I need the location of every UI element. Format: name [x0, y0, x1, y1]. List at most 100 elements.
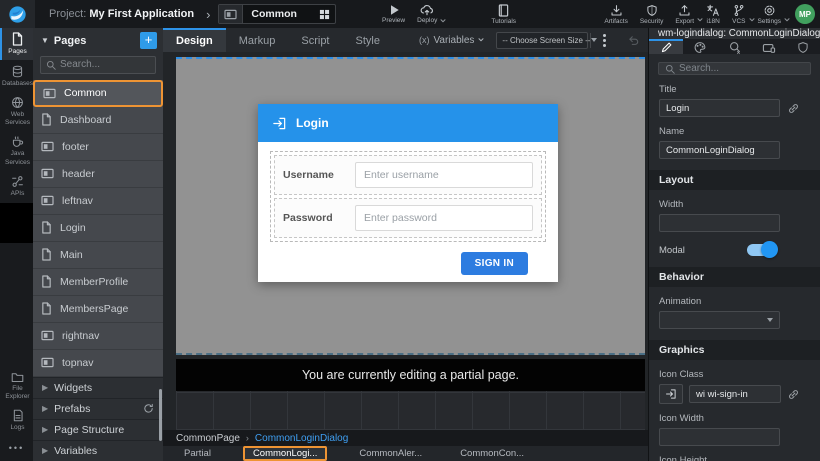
- collapse-arrow-icon[interactable]: ▼: [41, 36, 49, 45]
- rail-overflow-button[interactable]: •••: [0, 437, 33, 461]
- name-field-label: Name: [659, 126, 810, 137]
- project-breadcrumb: Project: My First Application: [49, 8, 194, 20]
- page-item-dashboard[interactable]: Dashboard: [33, 107, 163, 134]
- tab-script[interactable]: Script: [288, 28, 342, 52]
- settings-button[interactable]: Settings: [752, 4, 788, 25]
- variables-dropdown[interactable]: (x) Variables: [419, 35, 484, 46]
- undo-icon: [627, 34, 640, 46]
- rail-item-java-services[interactable]: Java Services: [0, 131, 33, 170]
- rail-item-file-explorer[interactable]: File Explorer: [0, 367, 33, 405]
- login-dialog-widget[interactable]: Login Username Password SIGN IN: [258, 104, 558, 282]
- page-item-leftnav[interactable]: leftnav: [33, 188, 163, 215]
- tab-style[interactable]: Style: [343, 28, 393, 52]
- page-selector-dropdown[interactable]: Common: [218, 4, 336, 24]
- editor-area: Design Markup Script Style (x) Variables…: [163, 28, 648, 461]
- username-input[interactable]: [355, 162, 533, 188]
- section-widgets[interactable]: ▶ Widgets: [33, 377, 163, 398]
- variables-label: Variables: [433, 35, 474, 46]
- animation-select[interactable]: [659, 311, 780, 329]
- page-item-label: Dashboard: [60, 114, 111, 126]
- page-item-rightnav[interactable]: rightnav: [33, 323, 163, 350]
- icon-width-input[interactable]: [659, 428, 780, 446]
- icon-class-input[interactable]: [689, 385, 781, 403]
- action-label: Export: [675, 18, 694, 25]
- page-item-login[interactable]: Login: [33, 215, 163, 242]
- expand-arrow-icon: ▶: [42, 446, 48, 455]
- page-item-common[interactable]: Common: [33, 80, 163, 107]
- pages-scrollbar[interactable]: [159, 389, 162, 441]
- preview-button[interactable]: Preview: [376, 4, 411, 24]
- refresh-icon[interactable]: [143, 403, 154, 414]
- pages-panel: ▼ Pages + Common Dashboard footer header…: [33, 28, 163, 461]
- export-button[interactable]: Export: [669, 4, 700, 25]
- page-item-topnav[interactable]: topnav: [33, 350, 163, 377]
- section-variables[interactable]: ▶ Variables: [33, 440, 163, 461]
- section-label: Page Structure: [54, 424, 124, 436]
- dialog-header[interactable]: Login: [258, 104, 558, 142]
- search-icon: [46, 60, 56, 70]
- undo-button[interactable]: [627, 34, 640, 46]
- deploy-button[interactable]: Deploy: [411, 4, 443, 24]
- toolbar-more-button[interactable]: [598, 30, 611, 51]
- form-fields-container[interactable]: Username Password: [270, 151, 546, 242]
- tutorials-button[interactable]: Tutorials: [485, 4, 522, 25]
- i18n-button[interactable]: i18N: [700, 4, 726, 25]
- tab-events[interactable]: [717, 39, 751, 54]
- canvas-grid-area[interactable]: [176, 391, 645, 430]
- tab-design[interactable]: Design: [163, 28, 226, 52]
- app-logo[interactable]: [0, 0, 35, 28]
- tab-common-login-dialog[interactable]: CommonLogi...: [243, 446, 327, 461]
- translate-icon: [706, 4, 720, 17]
- page-item-header[interactable]: header: [33, 161, 163, 188]
- tab-security[interactable]: [786, 39, 820, 54]
- page-item-footer[interactable]: footer: [33, 134, 163, 161]
- rail-item-pages[interactable]: Pages: [0, 28, 33, 60]
- tab-common-confirm-dialog[interactable]: CommonCon...: [454, 448, 530, 459]
- bind-link-icon[interactable]: [787, 388, 800, 401]
- tab-device[interactable]: [752, 39, 786, 54]
- pages-search-input[interactable]: [60, 59, 150, 70]
- password-input[interactable]: [355, 205, 533, 231]
- page-item-main[interactable]: Main: [33, 242, 163, 269]
- username-field-row[interactable]: Username: [274, 155, 542, 195]
- inspector-search-input[interactable]: [679, 63, 804, 74]
- width-field-input[interactable]: [659, 214, 780, 232]
- breadcrumb-parent[interactable]: CommonPage: [176, 433, 240, 444]
- rail-item-apis[interactable]: APIs: [0, 171, 33, 203]
- rail-label: Web Services: [2, 111, 33, 127]
- user-avatar[interactable]: MP: [795, 4, 815, 24]
- design-canvas[interactable]: Login Username Password SIGN IN: [163, 52, 648, 430]
- modal-toggle[interactable]: [747, 244, 777, 256]
- rail-item-databases[interactable]: Databases: [0, 60, 33, 92]
- title-field-input[interactable]: [659, 99, 780, 117]
- page-item-memberspage[interactable]: MembersPage: [33, 296, 163, 323]
- name-field-input[interactable]: [659, 141, 780, 159]
- sign-in-button[interactable]: SIGN IN: [461, 252, 528, 275]
- action-label: i18N: [706, 18, 719, 25]
- tab-markup[interactable]: Markup: [226, 28, 289, 52]
- tab-properties[interactable]: [649, 39, 683, 54]
- inspector-body: Title Name Layout Width Modal Behavior A…: [649, 75, 820, 461]
- tab-partial[interactable]: Partial: [178, 448, 217, 459]
- page-item-label: MemberProfile: [60, 276, 128, 288]
- action-label: Tutorials: [491, 18, 516, 25]
- rail-item-logs[interactable]: Logs: [0, 405, 33, 437]
- page-item-memberprofile[interactable]: MemberProfile: [33, 269, 163, 296]
- security-button[interactable]: Security: [634, 4, 669, 25]
- inspector-search[interactable]: [658, 62, 811, 75]
- bind-link-icon[interactable]: [787, 102, 800, 115]
- tab-common-alert-dialog[interactable]: CommonAler...: [353, 448, 428, 459]
- tab-styles[interactable]: [683, 39, 717, 54]
- breadcrumb-current[interactable]: CommonLoginDialog: [255, 433, 348, 444]
- vcs-button[interactable]: VCS: [726, 4, 751, 25]
- section-prefabs[interactable]: ▶ Prefabs: [33, 398, 163, 419]
- animation-field-label: Animation: [659, 296, 810, 307]
- rail-item-web-services[interactable]: Web Services: [0, 92, 33, 131]
- book-icon: [498, 4, 509, 17]
- artifacts-button[interactable]: Artifacts: [598, 4, 633, 25]
- password-field-row[interactable]: Password: [274, 198, 542, 238]
- screen-size-select[interactable]: -- Choose Screen Size --: [496, 32, 588, 49]
- section-page-structure[interactable]: ▶ Page Structure: [33, 419, 163, 440]
- add-page-button[interactable]: +: [140, 32, 157, 49]
- pages-search[interactable]: [40, 56, 156, 74]
